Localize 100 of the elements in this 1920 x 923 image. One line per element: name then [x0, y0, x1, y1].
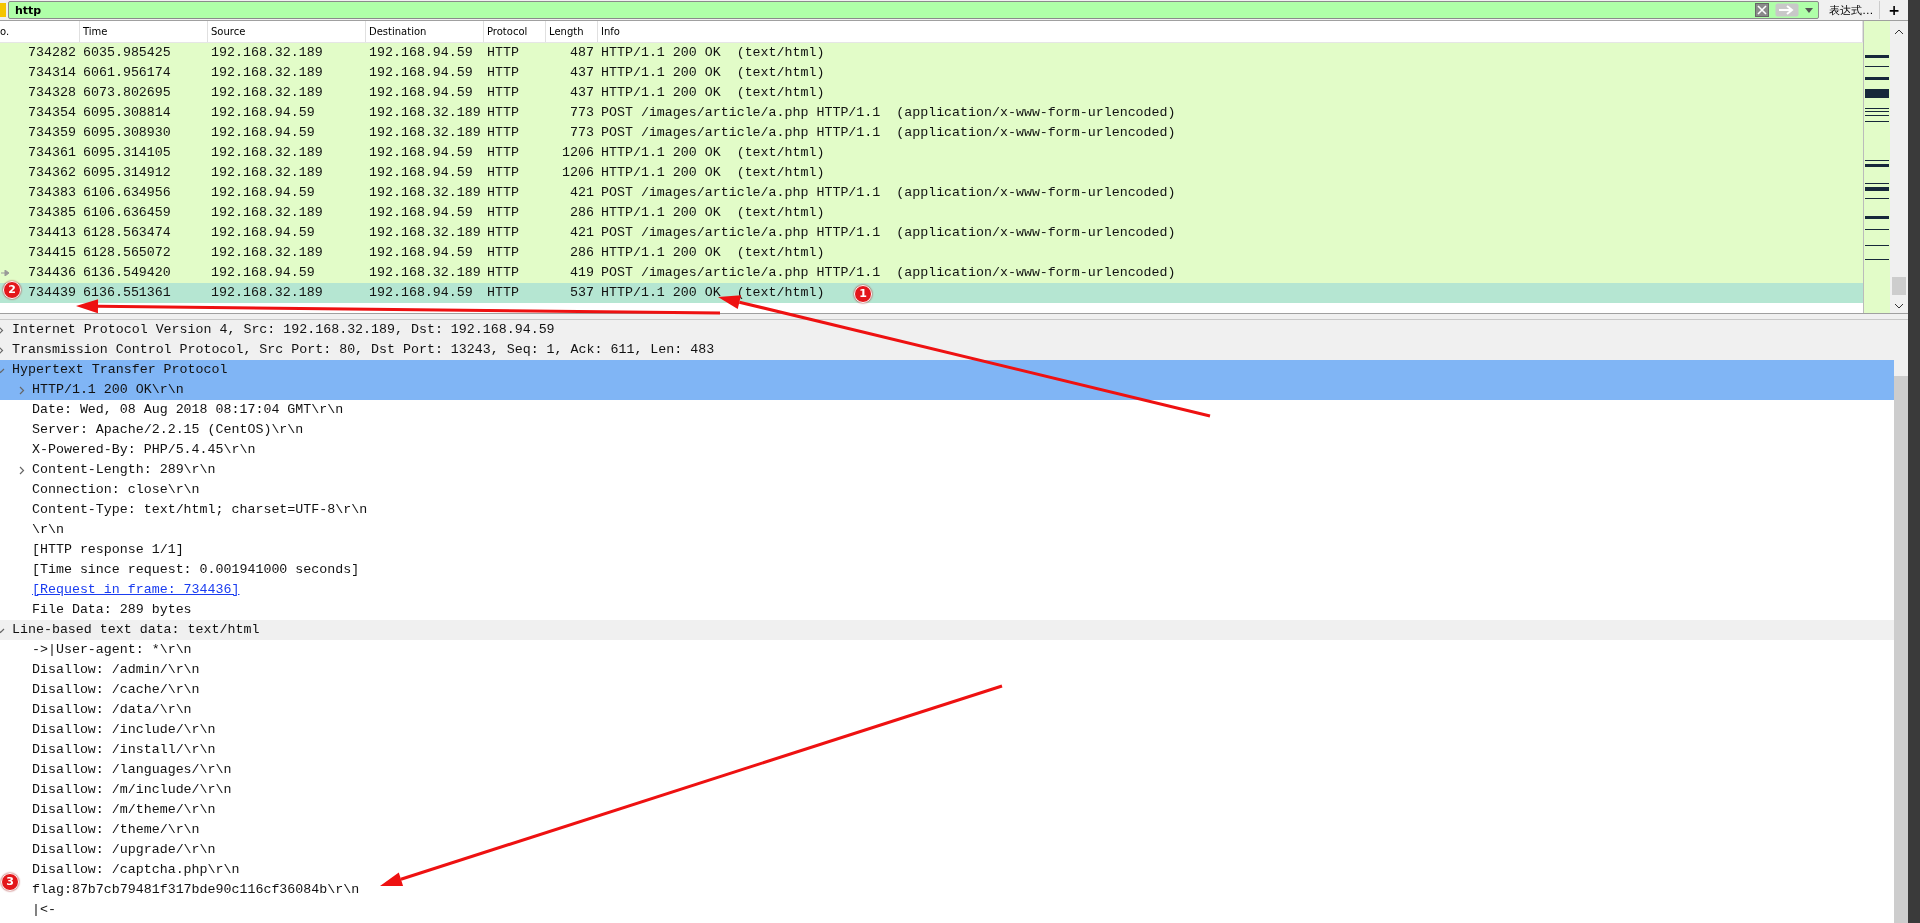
tree-label: [Time since request: 0.001941000 seconds] — [32, 561, 360, 579]
column-header[interactable]: Destination — [366, 21, 484, 42]
filter-field[interactable]: http — [8, 1, 1820, 19]
clear-icon[interactable] — [1755, 3, 1770, 17]
tree-label: Disallow: /m/include/\r\n — [32, 781, 232, 799]
column-header[interactable]: Length — [546, 21, 598, 42]
table-cell: 6136.551361 — [83, 285, 171, 300]
table-cell: 192.168.32.189 — [211, 245, 323, 260]
tree-label: Disallow: /upgrade/\r\n — [32, 841, 216, 859]
table-cell: 421 — [570, 185, 594, 200]
add-filter-button[interactable]: + — [1880, 1, 1908, 19]
tree-label: Internet Protocol Version 4, Src: 192.168.32.189, Dst: 192.168.94.59 — [12, 321, 555, 339]
tree-label: Date: Wed, 08 Aug 2018 08:17:04 GMT\r\n — [32, 401, 344, 419]
tree-label: X-Powered-By: PHP/5.4.45\r\n — [32, 441, 256, 459]
table-cell: 192.168.94.59 — [369, 85, 473, 100]
table-cell: 437 — [570, 85, 594, 100]
table-cell: 192.168.32.189 — [211, 85, 323, 100]
table-cell: 192.168.94.59 — [211, 105, 315, 120]
tree-row[interactable]: Hypertext Transfer Protocol — [0, 360, 1894, 380]
column-header[interactable]: o. — [0, 21, 80, 42]
table-cell: HTTP/1.1 200 OK (text/html) — [601, 245, 825, 260]
table-cell: HTTP — [487, 285, 519, 300]
scroll-thumb[interactable] — [1894, 376, 1908, 923]
bookmark-icon — [0, 3, 6, 17]
frame-link[interactable]: [Request in frame: 734436] — [32, 580, 240, 600]
table-cell: HTTP/1.1 200 OK (text/html) — [601, 165, 825, 180]
table-cell: HTTP/1.1 200 OK (text/html) — [601, 145, 825, 160]
packet-row[interactable]: 734359 6095.308930 192.168.94.59 192.168.32.189 HTTP 773 POST /images/article/a.php HTTP/1.1 (application/x-www-form-urlencoded) — [0, 123, 1863, 143]
table-cell: 192.168.94.59 — [369, 65, 473, 80]
tree-label: Disallow: /admin/\r\n — [32, 661, 200, 679]
table-cell: 286 — [570, 245, 594, 260]
tree-row[interactable]: Internet Protocol Version 4, Src: 192.168.32.189, Dst: 192.168.94.59 — [0, 320, 1894, 340]
table-cell: POST /images/article/a.php HTTP/1.1 (application/x-www-form-urlencoded) — [601, 225, 1176, 240]
table-cell: 192.168.32.189 — [369, 185, 481, 200]
table-cell: 192.168.94.59 — [369, 165, 473, 180]
packet-row[interactable]: 734385 6106.636459 192.168.32.189 192.168.94.59 HTTP 286 HTTP/1.1 200 OK (text/html) — [0, 203, 1863, 223]
table-cell: 6106.634956 — [83, 185, 171, 200]
table-cell: 734328 — [28, 85, 76, 100]
packet-row[interactable]: 734413 6128.563474 192.168.94.59 192.168.32.189 HTTP 421 POST /images/article/a.php HTTP/1.1 (application/x-www-form-urlencoded) — [0, 223, 1863, 243]
table-cell: HTTP — [487, 165, 519, 180]
column-header[interactable]: Time — [80, 21, 208, 42]
table-cell: HTTP — [487, 265, 519, 280]
table-cell: 192.168.94.59 — [369, 45, 473, 60]
tree-label: Disallow: /theme/\r\n — [32, 821, 200, 839]
table-cell: HTTP — [487, 205, 519, 220]
table-cell: 192.168.32.189 — [211, 65, 323, 80]
tree-label: Content-Type: text/html; charset=UTF-8\r\n — [32, 501, 368, 519]
tree-label: Disallow: /languages/\r\n — [32, 761, 232, 779]
table-cell: 6095.314912 — [83, 165, 171, 180]
table-cell: 734314 — [28, 65, 76, 80]
tree-row[interactable]: Line-based text data: text/html — [0, 620, 1894, 640]
packet-row[interactable]: 734361 6095.314105 192.168.32.189 192.168.94.59 HTTP 1206 HTTP/1.1 200 OK (text/html) — [0, 143, 1863, 163]
table-cell: 6128.565072 — [83, 245, 171, 260]
table-cell: 6035.985425 — [83, 45, 171, 60]
packet-row[interactable]: 734436 6136.549420 192.168.94.59 192.168.32.189 HTTP 419 POST /images/article/a.php HTTP/1.1 (application/x-www-form-urlencoded) — [0, 263, 1863, 283]
table-cell: HTTP — [487, 145, 519, 160]
table-cell: 6073.802695 — [83, 85, 171, 100]
table-cell: HTTP/1.1 200 OK (text/html) — [601, 85, 825, 100]
tree-label: Disallow: /m/theme/\r\n — [32, 801, 216, 819]
table-cell: 421 — [570, 225, 594, 240]
table-cell: 1206 — [562, 145, 594, 160]
packet-row[interactable]: 734383 6106.634956 192.168.94.59 192.168.32.189 HTTP 421 POST /images/article/a.php HTTP/1.1 (application/x-www-form-urlencoded) — [0, 183, 1863, 203]
table-cell: 734413 — [28, 225, 76, 240]
table-cell: 773 — [570, 125, 594, 140]
tree-label: HTTP/1.1 200 OK\r\n — [32, 381, 184, 399]
packet-row[interactable]: 734314 6061.956174 192.168.32.189 192.168.94.59 HTTP 437 HTTP/1.1 200 OK (text/html) — [0, 63, 1863, 83]
packet-row[interactable]: 734415 6128.565072 192.168.32.189 192.168.94.59 HTTP 286 HTTP/1.1 200 OK (text/html) — [0, 243, 1863, 263]
table-cell: 6128.563474 — [83, 225, 171, 240]
table-cell: HTTP/1.1 200 OK (text/html) — [601, 285, 825, 300]
packet-row[interactable]: 734282 6035.985425 192.168.32.189 192.168.94.59 HTTP 487 HTTP/1.1 200 OK (text/html) — [0, 43, 1863, 63]
tree-label: |<- — [32, 901, 56, 919]
table-cell: HTTP — [487, 45, 519, 60]
tree-label: File Data: 289 bytes — [32, 601, 192, 619]
packet-minimap[interactable] — [1863, 21, 1890, 313]
table-cell: 437 — [570, 65, 594, 80]
table-cell: HTTP — [487, 125, 519, 140]
tree-label: Connection: close\r\n — [32, 481, 200, 499]
packet-row[interactable]: 734362 6095.314912 192.168.32.189 192.168.94.59 HTTP 1206 HTTP/1.1 200 OK (text/html) — [0, 163, 1863, 183]
tree-row[interactable]: Transmission Control Protocol, Src Port: 80, Dst Port: 13243, Seq: 1, Ack: 611, Len: 483 — [0, 340, 1894, 360]
table-cell: 537 — [570, 285, 594, 300]
tree-label: Server: Apache/2.2.15 (CentOS)\r\n — [32, 421, 304, 439]
expression-button[interactable]: 表达式… — [1823, 1, 1881, 19]
column-header[interactable]: Protocol — [484, 21, 546, 42]
table-cell: 6106.636459 — [83, 205, 171, 220]
table-cell: 1206 — [562, 165, 594, 180]
column-header[interactable]: Source — [208, 21, 366, 42]
scroll-thumb[interactable] — [1892, 277, 1906, 295]
packet-row[interactable]: 734328 6073.802695 192.168.32.189 192.168.94.59 HTTP 437 HTTP/1.1 200 OK (text/html) — [0, 83, 1863, 103]
tree-label: ->|User-agent: *\r\n — [32, 641, 192, 659]
table-cell: 734359 — [28, 125, 76, 140]
tree-label: Disallow: /install/\r\n — [32, 741, 216, 759]
tree-label: \r\n — [32, 521, 64, 539]
tree-row[interactable]: HTTP/1.1 200 OK\r\n — [0, 380, 1894, 400]
table-cell: HTTP/1.1 200 OK (text/html) — [601, 45, 825, 60]
table-cell: 734385 — [28, 205, 76, 220]
scrollbar[interactable] — [1890, 21, 1908, 313]
table-cell: 192.168.32.189 — [211, 165, 323, 180]
table-cell: 192.168.94.59 — [369, 145, 473, 160]
table-cell: 6095.308814 — [83, 105, 171, 120]
packet-row[interactable]: 734354 6095.308814 192.168.94.59 192.168.32.189 HTTP 773 POST /images/article/a.php HTTP/1.1 (application/x-www-form-urlencoded) — [0, 103, 1863, 123]
